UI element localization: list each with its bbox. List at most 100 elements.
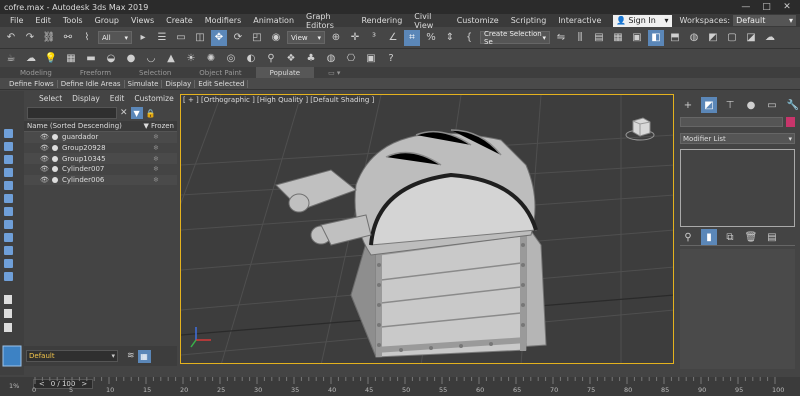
motion-tab-icon[interactable]: ●	[743, 97, 759, 113]
viewport-label[interactable]: [ + ] [Orthographic ] [High Quality ] [D…	[183, 96, 374, 104]
percent-snap-icon[interactable]: ⌗	[404, 29, 420, 46]
show-end-result-icon[interactable]: ▮	[701, 229, 717, 245]
simulate-button[interactable]: Simulate	[125, 79, 163, 88]
placement-icon[interactable]: ◉	[268, 30, 284, 46]
menu-group[interactable]: Group	[89, 16, 125, 25]
viewcube-icon[interactable]	[623, 115, 657, 145]
frozen-icon[interactable]: ❄	[153, 155, 159, 163]
bind-space-warp-icon[interactable]: ⌇	[79, 30, 95, 46]
spinner-icon[interactable]: ⇕	[442, 30, 458, 46]
filter-cameras-icon[interactable]	[4, 181, 13, 190]
sphere-icon[interactable]: ●	[123, 50, 139, 66]
move-icon[interactable]: ✥	[211, 29, 227, 46]
current-layer-dropdown[interactable]: Default ▾	[26, 350, 118, 362]
help-icon[interactable]: ?	[383, 50, 399, 66]
menu-interactive[interactable]: Interactive	[552, 16, 607, 25]
bone-icon[interactable]: ⚲	[263, 50, 279, 66]
frozen-icon[interactable]: ❄	[153, 176, 159, 184]
scene-menu-select[interactable]: Select	[34, 94, 67, 103]
workspaces-dropdown[interactable]: Default ▾	[733, 15, 796, 26]
ribbon-tab-modeling[interactable]: Modeling	[6, 67, 66, 78]
list-item[interactable]: 👁 Cylinder006 ❄	[24, 174, 177, 186]
filter-bones-icon[interactable]	[4, 246, 13, 255]
display-tab-icon[interactable]: ▭	[764, 97, 780, 113]
sign-in-dropdown[interactable]: 👤 Sign In ▾	[613, 14, 672, 27]
define-idle-areas-button[interactable]: Define Idle Areas	[58, 79, 125, 88]
page-icon[interactable]	[4, 309, 12, 318]
redo-icon[interactable]: ↷	[22, 30, 38, 46]
eye-icon[interactable]: 👁	[40, 176, 49, 184]
material-editor-icon[interactable]: ◍	[686, 30, 702, 46]
configure-modifier-sets-icon[interactable]: ▤	[764, 229, 780, 245]
toggle-ribbon-icon[interactable]: ▣	[629, 30, 645, 46]
cone-icon[interactable]: ▲	[163, 50, 179, 66]
ribbon-tab-freeform[interactable]: Freeform	[66, 67, 125, 78]
menu-animation[interactable]: Animation	[247, 16, 300, 25]
select-by-name-icon[interactable]: ☰	[154, 30, 170, 46]
minimize-button[interactable]: —	[737, 2, 755, 12]
modify-tab-icon[interactable]: ◩	[701, 97, 717, 113]
define-flows-button[interactable]: Define Flows	[6, 79, 58, 88]
display-button[interactable]: Display	[162, 79, 196, 88]
select-object-icon[interactable]: ▸	[135, 30, 151, 46]
page-icon[interactable]	[4, 295, 12, 304]
menu-rendering[interactable]: Rendering	[355, 16, 408, 25]
list-item[interactable]: 👁 Group10345 ❄	[24, 153, 177, 165]
schematic-view-icon[interactable]: ⬒	[667, 30, 683, 46]
curve-editor-icon[interactable]: ◧	[648, 29, 664, 46]
ribbon-tab-populate[interactable]: Populate	[255, 67, 315, 78]
scene-menu-edit[interactable]: Edit	[105, 94, 130, 103]
light-bulb-icon[interactable]: 💡	[43, 50, 59, 66]
close-button[interactable]: ✕	[778, 2, 796, 12]
layers-icon[interactable]: ≋	[127, 351, 135, 361]
filter-space-warps-icon[interactable]	[4, 207, 13, 216]
window-crossing-icon[interactable]: ◫	[192, 30, 208, 46]
clear-search-icon[interactable]: ✕	[120, 108, 128, 118]
menu-create[interactable]: Create	[160, 16, 199, 25]
lock-icon[interactable]: 🔒	[146, 109, 156, 118]
omni-light-icon[interactable]: ✺	[203, 50, 219, 66]
ribbon-tab-object-paint[interactable]: Object Paint	[185, 67, 255, 78]
menu-modifiers[interactable]: Modifiers	[199, 16, 248, 25]
group-icon[interactable]: ▦	[63, 50, 79, 66]
hierarchy-tab-icon[interactable]: ⊤	[722, 97, 738, 113]
reference-coordinate-dropdown[interactable]: View ▾	[287, 31, 325, 44]
maximize-button[interactable]: □	[757, 2, 775, 12]
filter-helpers-icon[interactable]	[4, 194, 13, 203]
menu-edit[interactable]: Edit	[29, 16, 57, 25]
make-unique-icon[interactable]: ⧉	[722, 229, 738, 245]
scene-search-input[interactable]	[27, 107, 117, 119]
rectangular-selection-icon[interactable]: ▭	[173, 30, 189, 46]
eye-icon[interactable]: 👁	[40, 165, 49, 173]
utilities-tab-icon[interactable]: 🔧	[785, 97, 800, 113]
plant-icon[interactable]: ♣	[303, 50, 319, 66]
cloud-icon[interactable]: ☁	[23, 50, 39, 66]
edit-selected-button[interactable]: Edit Selected	[195, 79, 249, 88]
scene-menu-customize[interactable]: Customize	[129, 94, 178, 103]
angle-snap-icon[interactable]: ∠	[385, 30, 401, 46]
render-in-cloud-icon[interactable]: ☁	[762, 30, 778, 46]
list-item[interactable]: 👁 Group20928 ❄	[24, 143, 177, 154]
perspective-viewport[interactable]: [ + ] [Orthographic ] [High Quality ] [D…	[180, 94, 674, 364]
mirror-icon[interactable]: ⇋	[553, 30, 569, 46]
teapot-icon[interactable]: ☕	[3, 50, 19, 66]
cloth-icon[interactable]: ❖	[283, 50, 299, 66]
link-icon[interactable]: ⛓	[41, 30, 57, 46]
object-color-swatch[interactable]	[786, 117, 795, 127]
rendered-frame-window-icon[interactable]: ▢	[724, 30, 740, 46]
filter-geometry-icon[interactable]	[4, 142, 13, 151]
column-frozen-header[interactable]: ▼ Frozen	[143, 122, 174, 130]
pin-stack-icon[interactable]: ⚲	[680, 229, 696, 245]
list-item[interactable]: 👁 Cylinder007 ❄	[24, 164, 177, 175]
selection-filter-dropdown[interactable]: All ▾	[98, 31, 132, 44]
rotate-icon[interactable]: ⟳	[230, 30, 246, 46]
box-icon[interactable]: ▣	[363, 50, 379, 66]
menu-civil-view[interactable]: Civil View	[408, 12, 450, 30]
list-item[interactable]: 👁 guardador ❄	[24, 132, 177, 143]
flat-plane-icon[interactable]: ▬	[83, 50, 99, 66]
render-production-icon[interactable]: ◪	[743, 30, 759, 46]
modifier-stack[interactable]	[680, 149, 795, 227]
align-icon[interactable]: ⫼	[572, 30, 588, 46]
time-slider[interactable]: 1% < 0 / 100 > 0 5 10 15 20 25 30 35 40 45 50 55 60 6…	[0, 377, 800, 396]
filter-lights-icon[interactable]	[4, 168, 13, 177]
